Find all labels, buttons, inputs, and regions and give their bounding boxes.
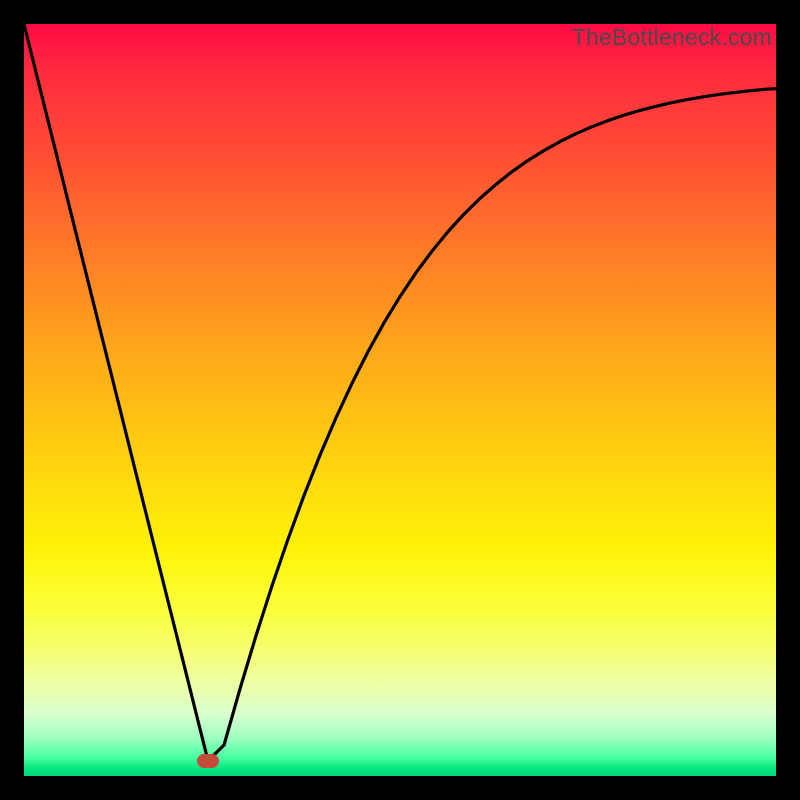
minimum-marker-dot xyxy=(197,754,219,768)
chart-frame: TheBottleneck.com xyxy=(24,24,776,776)
bottleneck-curve xyxy=(24,24,776,761)
watermark-text: TheBottleneck.com xyxy=(572,24,772,51)
chart-curve-layer xyxy=(24,24,776,776)
